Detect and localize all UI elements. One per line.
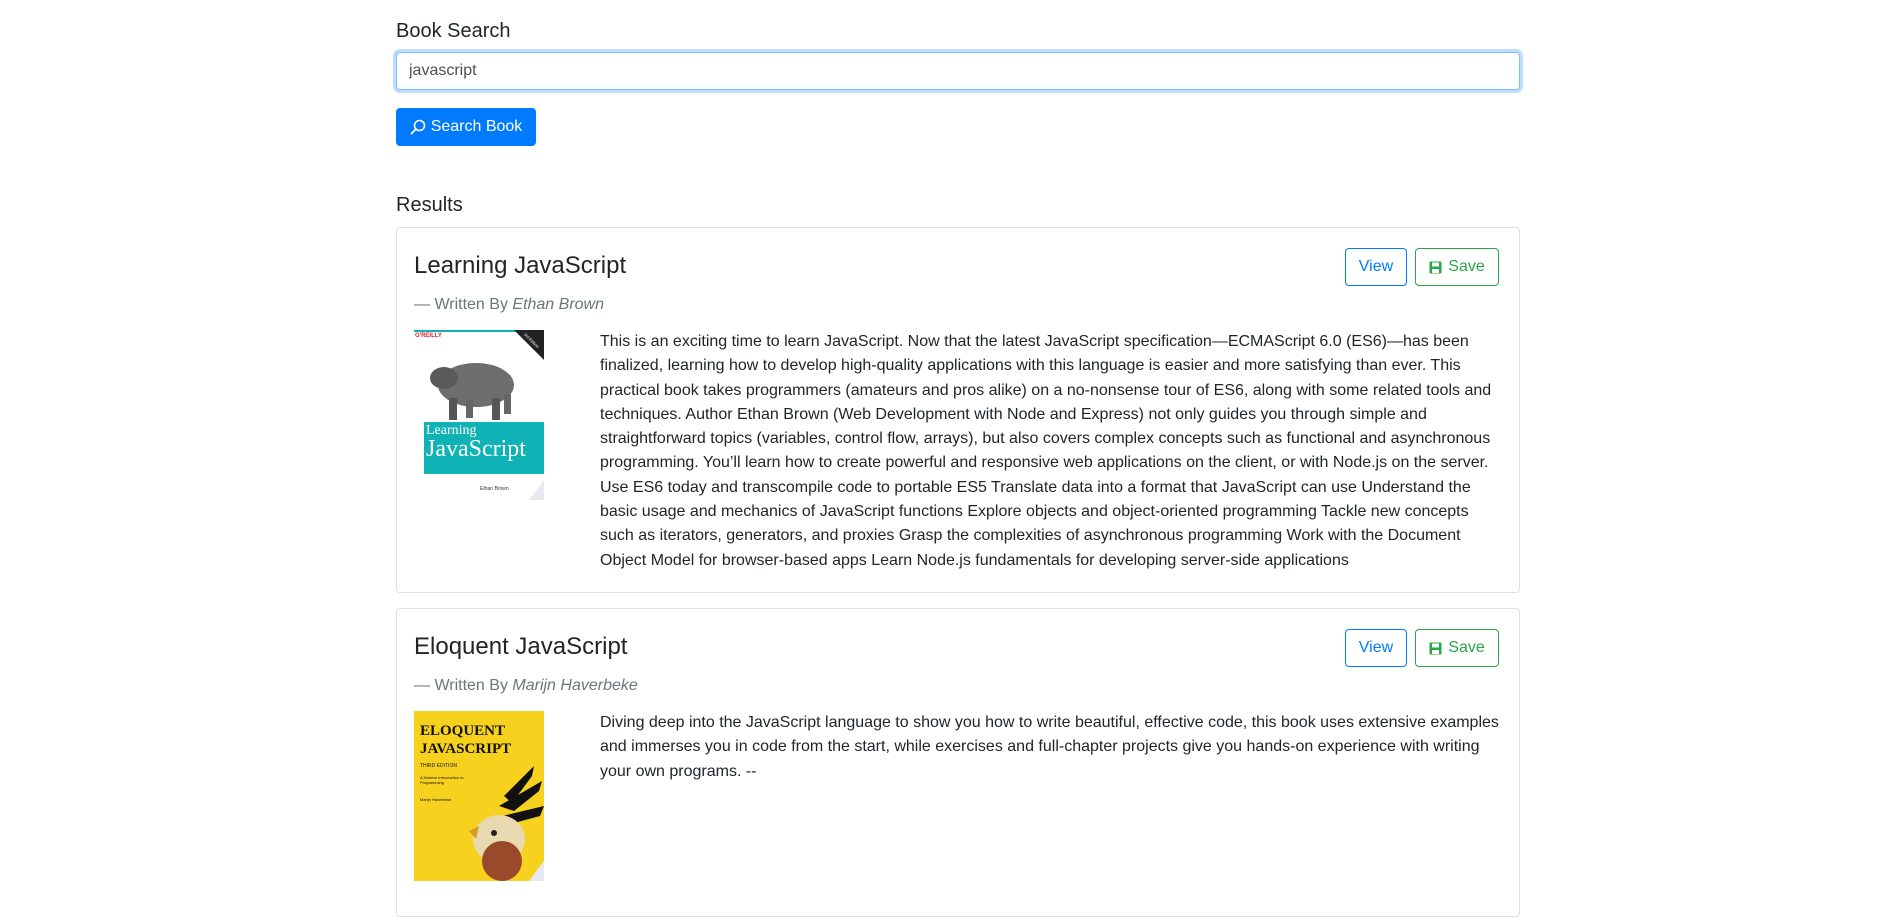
search-input[interactable]: [396, 52, 1520, 90]
view-button[interactable]: View: [1345, 248, 1407, 286]
save-icon: [1429, 642, 1442, 654]
book-byline: — Written By Marijn Haverbeke: [414, 677, 638, 695]
cover-author-text: Marijn Haverbeke: [420, 797, 452, 802]
book-search-label: Book Search: [396, 20, 511, 42]
description-text: This is an exciting time to learn JavaSc…: [600, 333, 1492, 569]
cover-art: Ethan Brown: [414, 330, 544, 500]
book-title: Learning JavaScript: [414, 252, 627, 279]
search-icon: [410, 119, 425, 135]
search-book-label: Search Book: [430, 118, 523, 135]
save-label: Save: [1448, 639, 1485, 656]
book-cover-image[interactable]: Ethan Brown O'REILLY 3rd Edition Learnin…: [414, 330, 544, 500]
cover-title-line2: JavaScript: [426, 436, 526, 462]
save-button[interactable]: Save: [1415, 629, 1499, 667]
book-cover-image[interactable]: ELOQUENT JAVASCRIPT THIRD EDITION A Mode…: [414, 711, 544, 881]
written-by-text: — Written By: [414, 677, 513, 694]
view-button[interactable]: View: [1345, 629, 1407, 667]
results-heading: Results: [396, 194, 463, 216]
description-text: Diving deep into the JavaScript language…: [600, 714, 1499, 780]
save-label: Save: [1448, 258, 1485, 275]
cover-edition: THIRD EDITION: [420, 763, 457, 769]
cover-title-line2: JAVASCRIPT: [420, 741, 512, 757]
save-icon: [1429, 261, 1442, 273]
written-by-text: — Written By: [414, 296, 513, 313]
book-card: Learning JavaScript — Written By Ethan B…: [396, 227, 1520, 593]
book-author: Ethan Brown: [512, 296, 604, 313]
book-title: Eloquent JavaScript: [414, 633, 628, 660]
book-description: Diving deep into the JavaScript language…: [600, 711, 1505, 784]
cover-subtitle: A Modern Introduction to Programming: [420, 775, 464, 785]
cover-author-text: Ethan Brown: [480, 486, 509, 492]
cover-publisher: O'REILLY: [415, 333, 442, 339]
book-author: Marijn Haverbeke: [512, 677, 638, 694]
cover-title-line1: ELOQUENT: [420, 723, 506, 739]
search-book-button[interactable]: Search Book: [396, 108, 536, 146]
book-byline: — Written By Ethan Brown: [414, 296, 604, 314]
book-description: This is an exciting time to learn JavaSc…: [600, 330, 1505, 573]
save-button[interactable]: Save: [1415, 248, 1499, 286]
book-card: Eloquent JavaScript — Written By Marijn …: [396, 608, 1520, 917]
